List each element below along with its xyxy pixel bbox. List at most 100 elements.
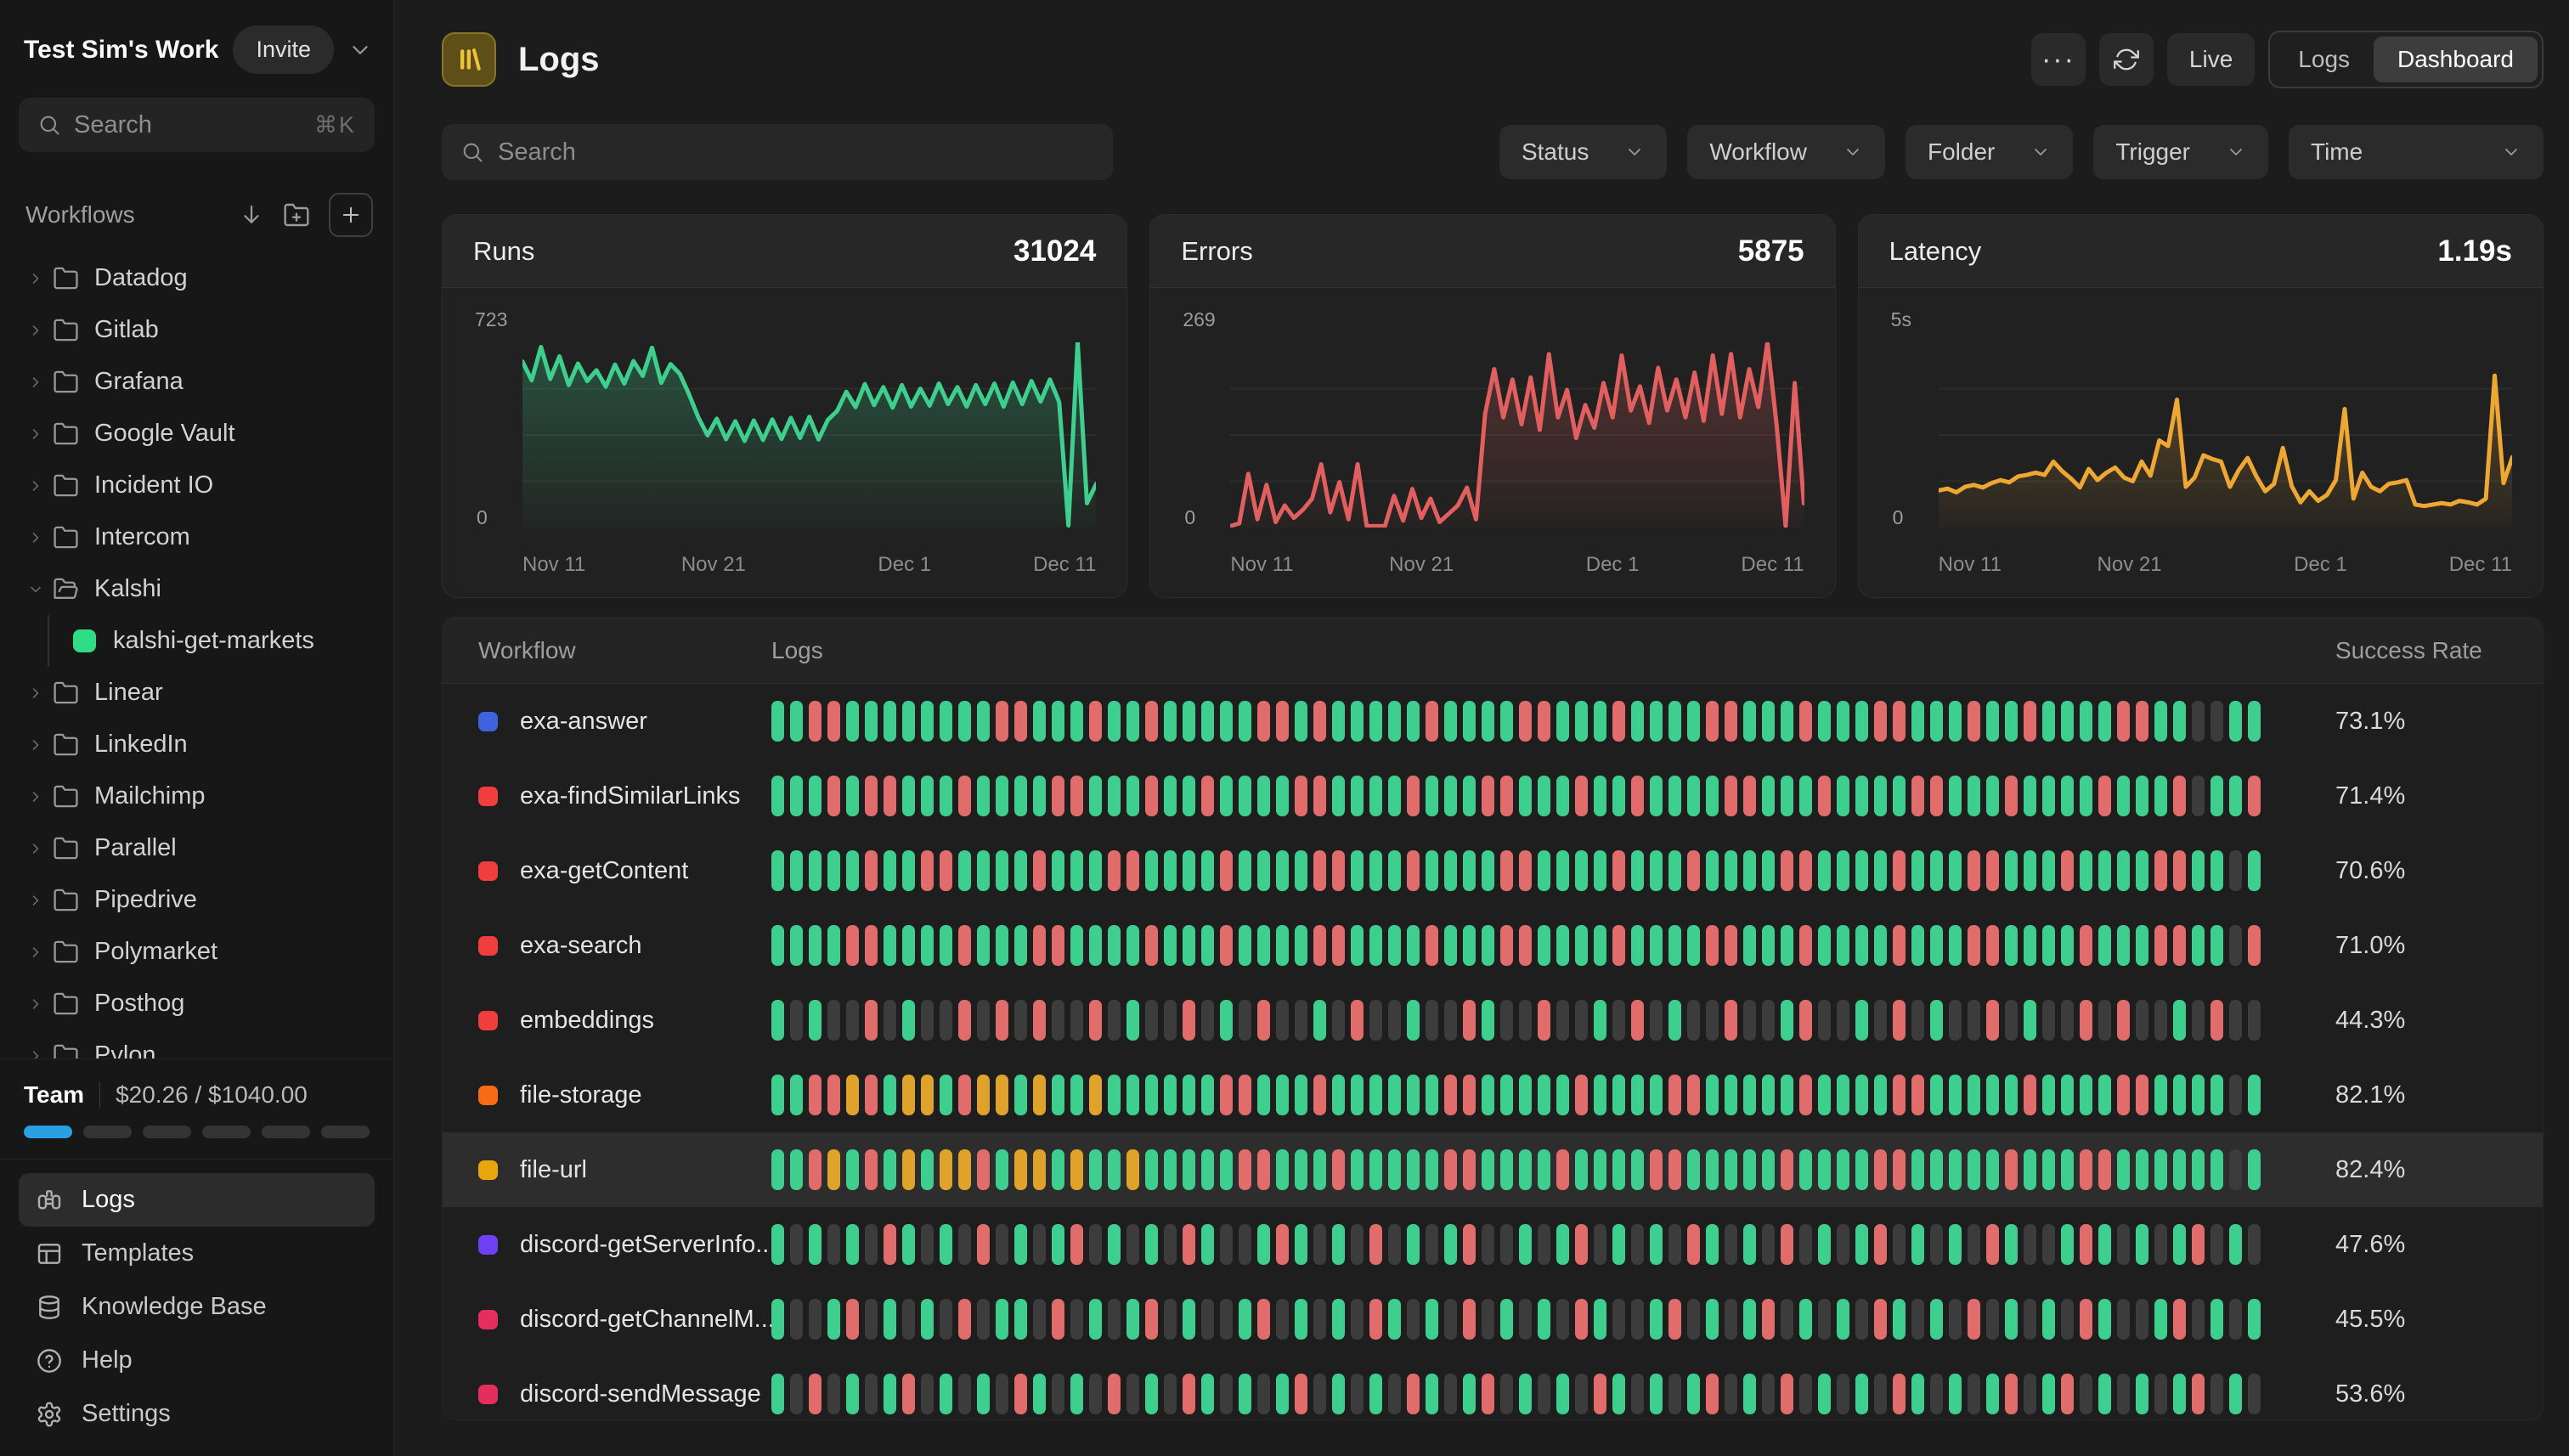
sidebar-item-logs[interactable]: Logs xyxy=(19,1173,375,1227)
log-bar[interactable] xyxy=(977,1374,990,1414)
log-bar[interactable] xyxy=(940,1224,952,1265)
log-bar[interactable] xyxy=(1519,1299,1532,1340)
log-bar[interactable] xyxy=(1725,701,1737,742)
log-bar[interactable] xyxy=(1500,850,1513,891)
log-bar[interactable] xyxy=(1818,701,1831,742)
log-bar[interactable] xyxy=(884,1000,896,1041)
log-bar[interactable] xyxy=(1818,925,1831,966)
log-bar[interactable] xyxy=(1855,1075,1868,1115)
log-bar[interactable] xyxy=(2173,1299,2186,1340)
log-bar[interactable] xyxy=(996,1075,1008,1115)
log-bar[interactable] xyxy=(1108,850,1121,891)
log-bar[interactable] xyxy=(1201,850,1214,891)
log-bar[interactable] xyxy=(1725,1224,1737,1265)
log-bar[interactable] xyxy=(1968,850,1980,891)
log-bar[interactable] xyxy=(2098,776,2111,816)
log-bar[interactable] xyxy=(1949,850,1962,891)
log-bar[interactable] xyxy=(1426,1149,1438,1190)
log-bar[interactable] xyxy=(902,776,915,816)
log-bar[interactable] xyxy=(1257,776,1270,816)
log-bar[interactable] xyxy=(1201,776,1214,816)
log-bar[interactable] xyxy=(1070,701,1083,742)
log-bar[interactable] xyxy=(2173,925,2186,966)
log-bar[interactable] xyxy=(1183,850,1195,891)
log-bar[interactable] xyxy=(2080,1000,2092,1041)
log-bar[interactable] xyxy=(1070,776,1083,816)
log-bar[interactable] xyxy=(846,701,859,742)
log-bar[interactable] xyxy=(2154,1299,2167,1340)
log-bar[interactable] xyxy=(1837,1149,1849,1190)
log-bar[interactable] xyxy=(1388,1224,1401,1265)
log-bar[interactable] xyxy=(1052,1224,1064,1265)
log-bar[interactable] xyxy=(1276,1075,1289,1115)
log-bar[interactable] xyxy=(1239,1000,1251,1041)
log-bar[interactable] xyxy=(1575,1000,1588,1041)
log-bar[interactable] xyxy=(2042,925,2055,966)
log-bar[interactable] xyxy=(1538,1299,1550,1340)
log-bar[interactable] xyxy=(1369,701,1382,742)
log-bar[interactable] xyxy=(865,776,878,816)
folder-item-parallel[interactable]: Parallel xyxy=(12,822,383,874)
log-bar[interactable] xyxy=(1743,1299,1756,1340)
log-bar[interactable] xyxy=(2061,1149,2074,1190)
log-bar[interactable] xyxy=(846,1000,859,1041)
log-bar[interactable] xyxy=(1538,1149,1550,1190)
table-row-exa-search[interactable]: exa-search 71.0% xyxy=(443,908,2543,983)
sidebar-search-input[interactable]: Search ⌘K xyxy=(19,98,375,152)
log-bar[interactable] xyxy=(1388,1299,1401,1340)
log-bar[interactable] xyxy=(827,1000,840,1041)
log-bar[interactable] xyxy=(1575,1299,1588,1340)
log-bar[interactable] xyxy=(2061,925,2074,966)
log-bar[interactable] xyxy=(1799,1299,1812,1340)
log-bar[interactable] xyxy=(2080,1075,2092,1115)
table-row-exa-answer[interactable]: exa-answer 73.1% xyxy=(443,684,2543,759)
log-bar[interactable] xyxy=(865,1299,878,1340)
log-bar[interactable] xyxy=(2080,1224,2092,1265)
sidebar-item-help[interactable]: Help xyxy=(19,1334,375,1387)
log-bar[interactable] xyxy=(1089,776,1102,816)
log-bar[interactable] xyxy=(1444,1299,1457,1340)
log-bar[interactable] xyxy=(771,1374,784,1414)
log-bar[interactable] xyxy=(1986,1075,1999,1115)
log-bar[interactable] xyxy=(1519,925,1532,966)
log-bar[interactable] xyxy=(921,850,934,891)
log-bar[interactable] xyxy=(1893,925,1906,966)
log-bar[interactable] xyxy=(1556,1000,1569,1041)
log-bar[interactable] xyxy=(1257,850,1270,891)
log-bar[interactable] xyxy=(1014,701,1027,742)
log-bar[interactable] xyxy=(1070,850,1083,891)
log-bar[interactable] xyxy=(1575,1224,1588,1265)
log-bar[interactable] xyxy=(1556,701,1569,742)
log-bar[interactable] xyxy=(1855,1149,1868,1190)
log-bar[interactable] xyxy=(1463,701,1476,742)
log-bar[interactable] xyxy=(1687,1299,1700,1340)
log-bar[interactable] xyxy=(1482,1075,1494,1115)
log-bar[interactable] xyxy=(1725,1000,1737,1041)
log-bar[interactable] xyxy=(1313,1299,1326,1340)
filter-time[interactable]: Time xyxy=(2289,125,2544,179)
log-bar[interactable] xyxy=(1369,1149,1382,1190)
workspace-name[interactable]: Test Sim's Works... xyxy=(24,36,219,65)
log-bar[interactable] xyxy=(1463,776,1476,816)
log-bar[interactable] xyxy=(2229,701,2242,742)
log-bar[interactable] xyxy=(1164,850,1177,891)
log-bar[interactable] xyxy=(1743,701,1756,742)
log-bar[interactable] xyxy=(1201,701,1214,742)
log-bar[interactable] xyxy=(2136,1000,2148,1041)
log-bar[interactable] xyxy=(1482,1374,1494,1414)
log-bar[interactable] xyxy=(1612,1149,1625,1190)
log-bar[interactable] xyxy=(1220,1374,1233,1414)
log-bar[interactable] xyxy=(2229,850,2242,891)
log-bar[interactable] xyxy=(1257,1299,1270,1340)
log-bar[interactable] xyxy=(771,850,784,891)
log-bar[interactable] xyxy=(1164,1000,1177,1041)
log-bar[interactable] xyxy=(2192,1224,2205,1265)
log-bar[interactable] xyxy=(1743,1224,1756,1265)
filter-workflow[interactable]: Workflow xyxy=(1687,125,1885,179)
view-toggle-logs[interactable]: Logs xyxy=(2274,37,2374,82)
folder-item-intercom[interactable]: Intercom xyxy=(12,511,383,563)
log-bar[interactable] xyxy=(1911,1299,1924,1340)
log-bar[interactable] xyxy=(1126,701,1139,742)
log-bar[interactable] xyxy=(1033,776,1046,816)
log-bar[interactable] xyxy=(1108,1000,1121,1041)
